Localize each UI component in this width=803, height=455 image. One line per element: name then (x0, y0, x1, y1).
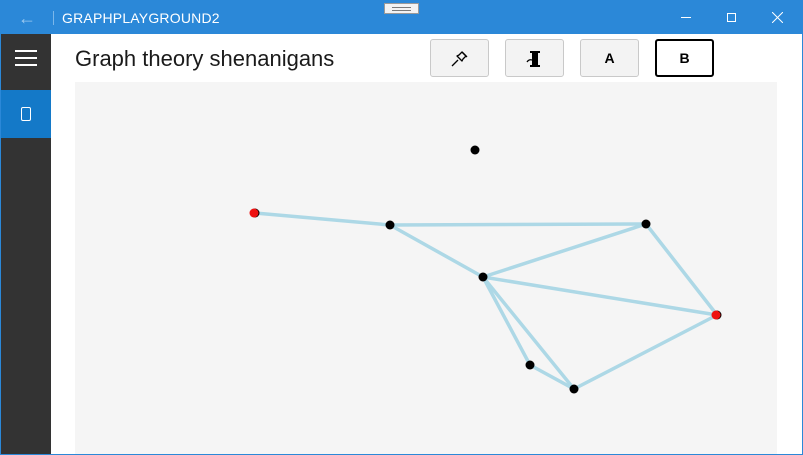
graph-edge[interactable] (388, 223, 485, 279)
graph-node[interactable] (641, 219, 651, 229)
minimize-icon (681, 17, 691, 18)
spool-tool-button[interactable] (505, 39, 564, 77)
graph-node-highlight (711, 310, 721, 320)
graph-edge[interactable] (388, 222, 648, 227)
title-separator (53, 11, 54, 25)
pushpin-icon (451, 51, 468, 67)
maximize-icon (727, 13, 736, 22)
mode-b-button[interactable]: B (655, 39, 714, 77)
graph-node[interactable] (525, 360, 535, 370)
graph-canvas[interactable] (75, 82, 777, 454)
graph-drawing[interactable] (75, 82, 777, 454)
graph-edge[interactable] (572, 313, 719, 391)
graph-edge[interactable] (644, 222, 719, 317)
hamburger-icon (15, 50, 37, 52)
back-button[interactable]: ← (9, 5, 45, 31)
nav-item-page[interactable] (1, 90, 51, 138)
graph-edge[interactable] (528, 363, 576, 391)
graph-edge[interactable] (481, 275, 532, 367)
graph-node[interactable] (470, 145, 480, 155)
page-title: Graph theory shenanigans (75, 46, 335, 71)
graph-edge[interactable] (481, 275, 576, 391)
graph-edge[interactable] (253, 211, 392, 227)
spool-icon (526, 51, 540, 67)
graph-node-highlight (249, 208, 259, 218)
graph-edge[interactable] (481, 275, 719, 317)
mode-a-button[interactable]: A (580, 39, 639, 77)
navigation-pane (1, 34, 51, 454)
pin-tool-button[interactable] (430, 39, 489, 77)
maximize-button[interactable] (709, 1, 755, 34)
graph-node[interactable] (385, 220, 395, 230)
close-button[interactable] (755, 1, 801, 34)
drag-grip-icon[interactable] (384, 3, 419, 14)
back-arrow-icon: ← (18, 8, 36, 28)
app-window: ← GRAPHPLAYGROUND2 Graph theory shenanig… (0, 0, 803, 455)
title-bar[interactable]: ← GRAPHPLAYGROUND2 (1, 1, 802, 34)
graph-node[interactable] (569, 384, 579, 394)
hamburger-menu-button[interactable] (1, 34, 51, 82)
graph-node[interactable] (478, 272, 488, 282)
graph-edge[interactable] (481, 222, 648, 279)
page-icon (21, 107, 31, 121)
minimize-button[interactable] (663, 1, 709, 34)
app-title: GRAPHPLAYGROUND2 (62, 10, 220, 26)
